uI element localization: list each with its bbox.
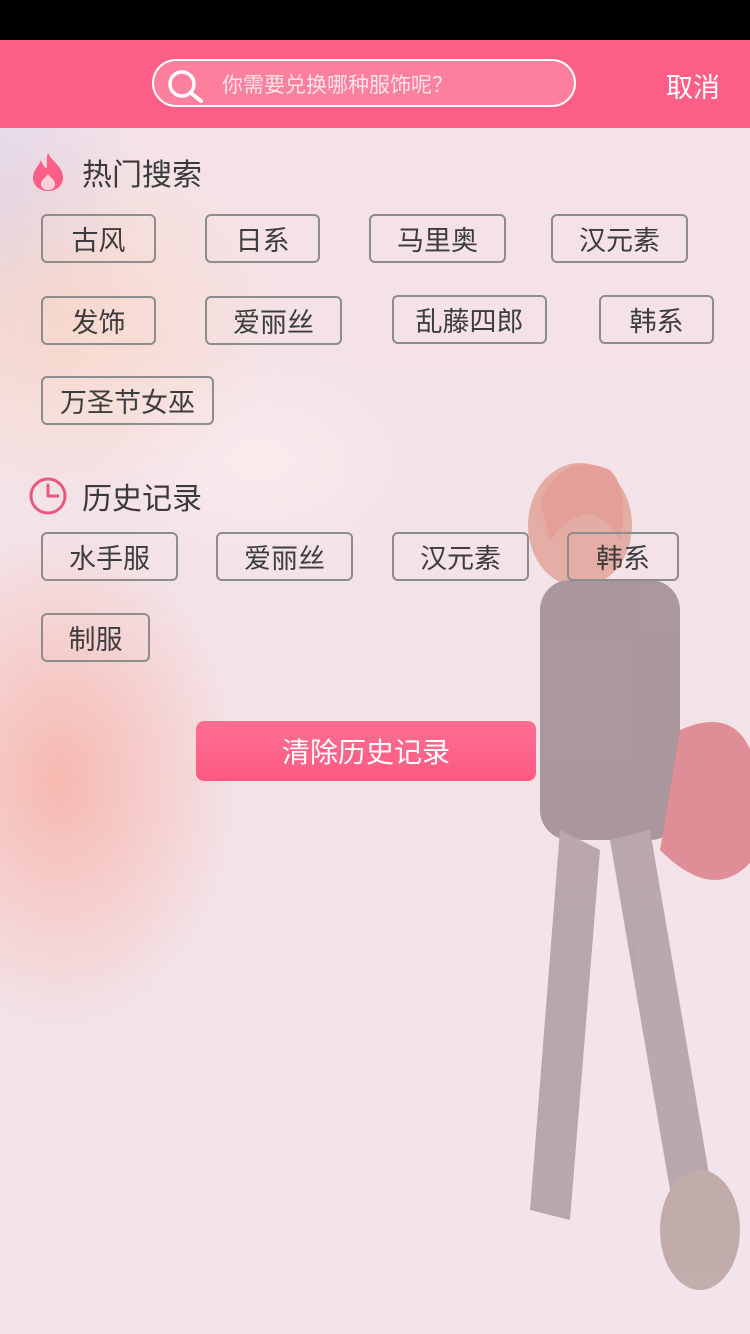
hot-tag[interactable]: 乱藤四郎	[392, 295, 547, 344]
hot-tag[interactable]: 爱丽丝	[205, 296, 342, 345]
cancel-button[interactable]: 取消	[666, 66, 720, 105]
search-header: 取消	[0, 40, 750, 128]
hot-tag[interactable]: 万圣节女巫	[41, 376, 214, 425]
hot-tag[interactable]: 日系	[205, 214, 320, 263]
history-tag[interactable]: 制服	[41, 613, 150, 662]
hot-tag[interactable]: 韩系	[599, 295, 714, 344]
clock-icon	[28, 474, 68, 518]
hot-tag[interactable]: 古风	[41, 214, 156, 263]
history-heading: 历史记录	[28, 474, 202, 518]
search-input[interactable]	[220, 67, 564, 103]
history-tag[interactable]: 韩系	[567, 532, 679, 581]
clear-history-button[interactable]: 清除历史记录	[196, 721, 536, 781]
hot-search-title: 热门搜索	[82, 158, 202, 193]
search-icon	[168, 70, 203, 103]
hot-tag[interactable]: 发饰	[41, 296, 156, 345]
search-box[interactable]	[152, 59, 576, 107]
history-tag[interactable]: 水手服	[41, 532, 178, 581]
history-tag[interactable]: 爱丽丝	[216, 532, 353, 581]
history-tag[interactable]: 汉元素	[392, 532, 529, 581]
status-bar	[0, 0, 750, 40]
flame-icon	[28, 150, 68, 194]
hot-tag[interactable]: 马里奥	[369, 214, 506, 263]
hot-tag[interactable]: 汉元素	[551, 214, 688, 263]
hot-search-heading: 热门搜索	[28, 150, 202, 194]
history-title: 历史记录	[82, 482, 202, 517]
